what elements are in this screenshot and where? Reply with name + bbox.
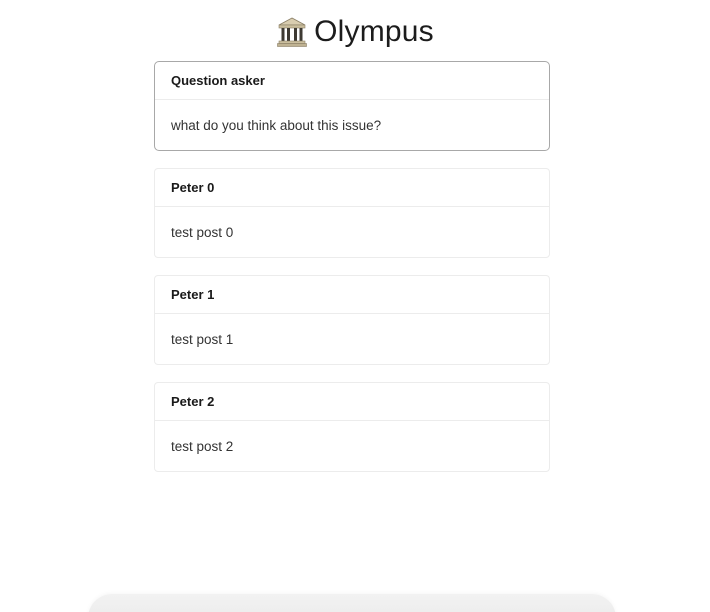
bottom-input-bar[interactable]	[88, 594, 616, 612]
question-card[interactable]: Question asker what do you think about t…	[154, 61, 550, 151]
post-feed: Question asker what do you think about t…	[154, 61, 550, 489]
post-text: test post 2	[171, 438, 234, 454]
post-card[interactable]: Peter 2 test post 2	[154, 382, 550, 472]
post-author: Peter 1	[155, 276, 549, 314]
post-text: test post 0	[171, 224, 234, 240]
page: Olympus Question asker what do you think…	[0, 0, 710, 612]
post-author: Peter 0	[155, 169, 549, 207]
classical-building-icon	[276, 16, 308, 48]
post-author: Peter 2	[155, 383, 549, 421]
question-author: Question asker	[155, 62, 549, 100]
question-text: what do you think about this issue?	[171, 117, 382, 133]
post-text: test post 1	[171, 331, 234, 347]
post-card[interactable]: Peter 1 test post 1	[154, 275, 550, 365]
post-card[interactable]: Peter 0 test post 0	[154, 168, 550, 258]
app-title: Olympus	[314, 15, 434, 48]
app-header: Olympus	[0, 12, 710, 52]
